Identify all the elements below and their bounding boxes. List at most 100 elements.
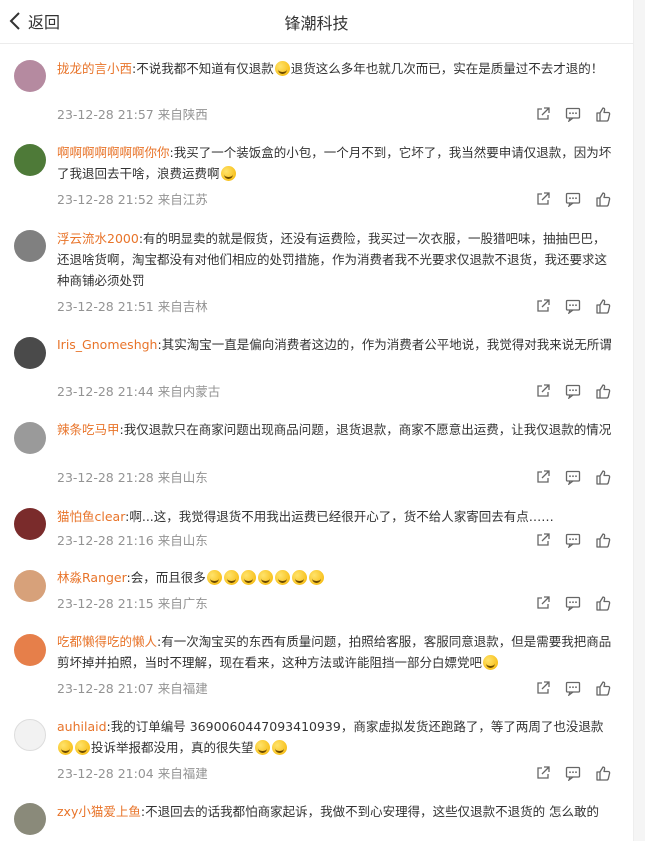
sob-emoji-icon: [206, 570, 222, 585]
username-link[interactable]: 吃都懒得吃的懒人: [57, 634, 157, 649]
avatar[interactable]: [14, 144, 46, 176]
timestamp: 23-12-28 21:51: [57, 299, 154, 314]
avatar[interactable]: [14, 508, 46, 540]
username-link[interactable]: auhilaid: [57, 719, 107, 734]
share-icon[interactable]: [535, 595, 551, 611]
comment-actions: [535, 765, 611, 782]
location: 来自山东: [157, 533, 208, 548]
comment-meta: 23-12-28 21:07 来自福建: [57, 678, 208, 697]
like-icon[interactable]: [595, 298, 611, 314]
comment-icon[interactable]: [565, 383, 581, 400]
share-icon[interactable]: [535, 680, 551, 696]
comment-actions: [535, 595, 611, 612]
like-icon[interactable]: [595, 765, 611, 781]
top-bar: 返回 锋潮科技: [0, 0, 633, 44]
comment-body: 不退回去的话我都怕商家起诉，我做不到心安理得，这些仅退款不退货的 怎么敢的: [145, 804, 600, 819]
username-link[interactable]: 林淼Ranger: [57, 570, 127, 585]
cry-emoji-icon: [271, 740, 287, 755]
share-icon[interactable]: [535, 106, 551, 122]
avatar[interactable]: [14, 230, 46, 262]
username-link[interactable]: 拢龙的言小西: [57, 61, 132, 76]
avatar[interactable]: [14, 719, 46, 751]
avatar[interactable]: [14, 337, 46, 369]
sob-emoji-icon: [223, 570, 239, 585]
share-icon[interactable]: [535, 469, 551, 485]
username-link[interactable]: 辣条吃马甲: [57, 422, 120, 437]
timestamp: 23-12-28 21:15: [57, 596, 154, 611]
location: 来自内蒙古: [157, 384, 221, 399]
comment-meta: 23-12-28 21:51 来自吉林: [57, 296, 208, 315]
comment-icon[interactable]: [565, 680, 581, 697]
username-link[interactable]: Iris_Gnomeshgh: [57, 337, 157, 352]
comment-icon[interactable]: [565, 469, 581, 486]
sob-emoji-icon: [240, 570, 256, 585]
comment-actions: [535, 298, 611, 315]
username-link[interactable]: 猫怕鱼clear: [57, 509, 125, 524]
comment-text: 吃都懒得吃的懒人:有一次淘宝买的东西有质量问题，拍照给客服，客服同意退款，但是需…: [57, 634, 612, 670]
comment-meta: 23-12-28 21:57 来自陕西: [57, 104, 208, 123]
comment-meta: 23-12-28 21:04 来自福建: [57, 763, 208, 782]
share-icon[interactable]: [535, 298, 551, 314]
comment-meta: 23-12-28 21:44 来自内蒙古: [57, 381, 220, 400]
cry-emoji-icon: [75, 740, 90, 755]
like-icon[interactable]: [595, 106, 611, 122]
like-icon[interactable]: [595, 383, 611, 399]
share-icon[interactable]: [535, 383, 551, 399]
comment-actions: [535, 469, 611, 486]
comment-actions: [535, 383, 611, 400]
comment-actions: [535, 191, 611, 208]
cry-emoji-icon: [254, 740, 270, 755]
cry-emoji-icon: [58, 740, 73, 755]
location: 来自吉林: [157, 299, 208, 314]
comment-icon[interactable]: [565, 595, 581, 612]
like-icon[interactable]: [595, 680, 611, 696]
sob-emoji-icon: [257, 570, 273, 585]
share-icon[interactable]: [535, 532, 551, 548]
timestamp: 23-12-28 21:44: [57, 384, 154, 399]
comment-icon[interactable]: [565, 106, 581, 123]
comment-text: 拢龙的言小西:不说我都不知道有仅退款 退货这么多年也就几次而已，实在是质量过不去才…: [57, 61, 604, 76]
timestamp: 23-12-28 21:16: [57, 533, 154, 548]
cry-emoji-icon: [308, 570, 324, 585]
comment-body: 不说我都不知道有仅退款: [136, 61, 274, 76]
username-link[interactable]: zxy小猫爱上鱼: [57, 804, 141, 819]
avatar[interactable]: [14, 60, 46, 92]
timestamp: 23-12-28 21:57: [57, 107, 154, 122]
comment-icon[interactable]: [565, 298, 581, 315]
comment-body: 有的明显卖的就是假货，还没有运费险，我买过一次衣服，一股猎吧味，抽抽巴巴，还退啥…: [57, 231, 608, 288]
scrollbar[interactable]: [633, 0, 645, 841]
comment-icon[interactable]: [565, 532, 581, 549]
comment-actions: [535, 532, 611, 549]
laugh-emoji-icon: [483, 655, 499, 670]
comment-meta: 23-12-28 21:52 来自江苏: [57, 189, 208, 208]
like-icon[interactable]: [595, 469, 611, 485]
like-icon[interactable]: [595, 595, 611, 611]
avatar[interactable]: [14, 422, 46, 454]
comment-text: Iris_Gnomeshgh:其实淘宝一直是偏向消费者这边的，作为消费者公平地说…: [57, 337, 612, 352]
avatar[interactable]: [14, 570, 46, 602]
avatar[interactable]: [14, 634, 46, 666]
comment-icon[interactable]: [565, 765, 581, 782]
location: 来自山东: [157, 470, 208, 485]
timestamp: 23-12-28 21:04: [57, 766, 154, 781]
avatar[interactable]: [14, 803, 46, 835]
comment-text: 浮云流水2000:有的明显卖的就是假货，还没有运费险，我买过一次衣服，一股猎吧味…: [57, 231, 608, 288]
cry-emoji-icon: [274, 570, 290, 585]
comment-body: 会，而且很多: [130, 570, 206, 585]
username-link[interactable]: 啊啊啊啊啊啊啊你你: [57, 145, 170, 160]
like-icon[interactable]: [595, 532, 611, 548]
comment-body: 啊...这，我觉得退货不用我出运费已经很开心了，货不给人家寄回去有点……: [129, 509, 554, 524]
location: 来自广东: [157, 596, 208, 611]
like-icon[interactable]: [595, 191, 611, 207]
username-link[interactable]: 浮云流水2000: [57, 231, 139, 246]
share-icon[interactable]: [535, 765, 551, 781]
location: 来自福建: [157, 766, 208, 781]
comment-icon[interactable]: [565, 191, 581, 208]
comment-text: 林淼Ranger:会，而且很多: [57, 567, 613, 588]
comment-meta: 23-12-28 21:28 来自山东: [57, 467, 208, 486]
share-icon[interactable]: [535, 191, 551, 207]
location: 来自江苏: [157, 192, 208, 207]
comment-actions: [535, 106, 611, 123]
page-title: 锋潮科技: [284, 14, 349, 33]
comment-body: 其实淘宝一直是偏向消费者这边的，作为消费者公平地说，我觉得对我来说无所谓: [161, 337, 612, 352]
